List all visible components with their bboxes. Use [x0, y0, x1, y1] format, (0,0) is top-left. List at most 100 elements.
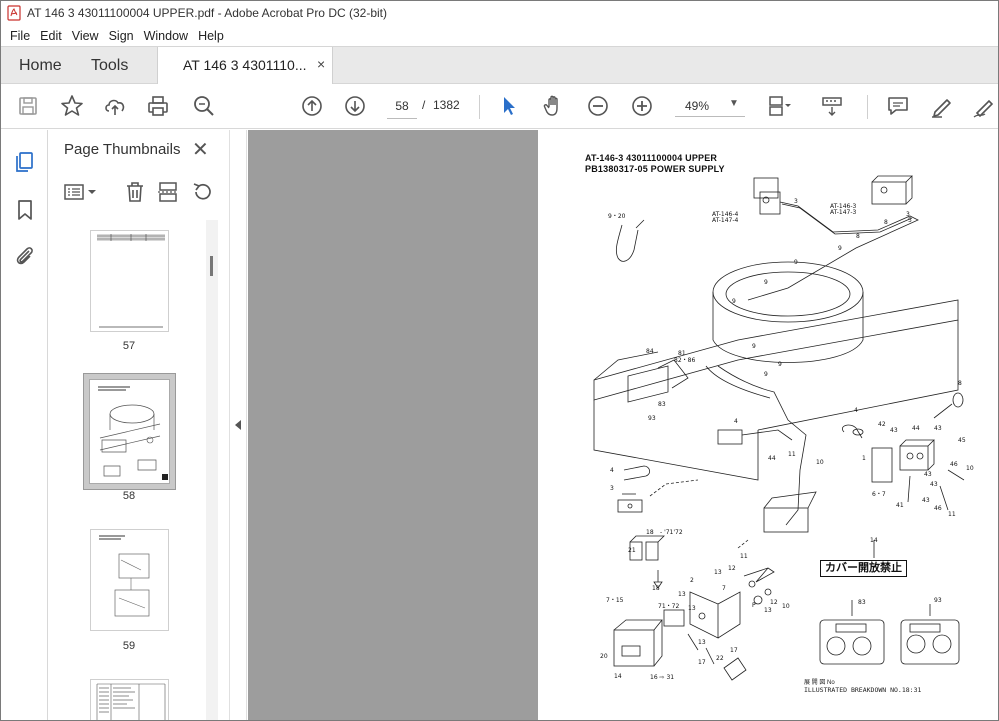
svg-text:12: 12	[770, 599, 778, 606]
upload-icon[interactable]	[102, 93, 128, 119]
svg-text:2: 2	[690, 577, 694, 584]
highlight-pen-icon[interactable]	[928, 93, 954, 119]
thumbnail-page-59[interactable]	[90, 529, 169, 631]
thumbnail-preview	[97, 234, 165, 328]
scrollbar-thumb[interactable]	[210, 256, 213, 276]
svg-text:41: 41	[896, 502, 904, 509]
page-total: 1382	[433, 98, 460, 112]
tab-tools[interactable]: Tools	[91, 47, 128, 84]
thumbnail-preview	[96, 683, 166, 720]
footer-japanese: 展 開 図 No	[804, 680, 835, 686]
page-separator: /	[422, 98, 426, 112]
panel-splitter[interactable]	[229, 130, 247, 720]
panel-title: Page Thumbnails	[64, 141, 181, 158]
svg-text:6・7: 6・7	[872, 491, 886, 498]
acrobat-app-icon	[7, 5, 21, 21]
svg-text:8: 8	[958, 380, 962, 387]
menu-help[interactable]: Help	[193, 29, 229, 43]
extract-page-icon[interactable]	[156, 180, 180, 204]
print-icon[interactable]	[145, 93, 171, 119]
menu-sign[interactable]: Sign	[104, 29, 139, 43]
svg-text:20: 20	[600, 653, 608, 660]
thumbnail-preview	[98, 386, 168, 480]
svg-text:18: 18	[646, 529, 654, 536]
menu-view[interactable]: View	[67, 29, 104, 43]
svg-text:84: 84	[646, 348, 654, 355]
svg-text:43: 43	[922, 497, 930, 504]
menu-edit[interactable]: Edit	[35, 29, 67, 43]
save-icon[interactable]	[15, 93, 41, 119]
zoom-in-icon[interactable]	[629, 93, 655, 119]
tab-home[interactable]: Home	[19, 47, 62, 84]
svg-text:4: 4	[734, 418, 738, 425]
sign-icon[interactable]	[971, 93, 997, 119]
svg-text:9: 9	[732, 298, 736, 305]
document-tab-label: AT 146 3 4301110...	[183, 57, 307, 73]
thumbnail-page-57[interactable]	[90, 230, 169, 332]
menu-file[interactable]: File	[5, 29, 35, 43]
svg-text:AT-147-4: AT-147-4	[712, 217, 739, 224]
svg-text:9: 9	[752, 343, 756, 350]
navigation-rail	[1, 130, 48, 720]
thumbnail-page-60[interactable]	[90, 679, 169, 720]
svg-text:14: 14	[870, 537, 878, 544]
svg-text:- '71'72: - '71'72	[660, 529, 683, 536]
tab-document[interactable]: AT 146 3 4301110... ×	[157, 47, 333, 85]
svg-text:4: 4	[610, 467, 614, 474]
document-viewport[interactable]: AT-146-3 43011100004 UPPER PB1380317-05 …	[248, 130, 998, 720]
rotate-page-icon[interactable]	[190, 180, 214, 204]
svg-text:45: 45	[958, 437, 966, 444]
svg-text:9: 9	[838, 245, 842, 252]
svg-text:17: 17	[730, 647, 738, 654]
svg-text:9: 9	[764, 371, 768, 378]
thumbnail-page-58[interactable]	[83, 373, 176, 490]
thumbnail-scrollbar[interactable]	[206, 220, 218, 720]
page-thumbnails-icon[interactable]	[13, 150, 37, 174]
svg-text:9: 9	[794, 259, 798, 266]
svg-text:AT-147-3: AT-147-3	[830, 209, 857, 216]
svg-text:44: 44	[768, 455, 776, 462]
svg-text:9: 9	[764, 279, 768, 286]
comment-icon[interactable]	[885, 93, 911, 119]
thumbnail-preview	[99, 535, 150, 617]
svg-text:13: 13	[714, 569, 722, 576]
document-tab-close-icon[interactable]: ×	[317, 56, 325, 72]
svg-text:8: 8	[884, 219, 888, 226]
svg-text:3: 3	[610, 485, 614, 492]
scroll-mode-icon[interactable]	[819, 93, 845, 119]
svg-text:17: 17	[698, 659, 706, 666]
parts-diagram: 9・20 AT-146-4 AT-147-4 AT-146-3 AT-147-3…	[593, 175, 974, 681]
svg-text:9: 9	[778, 361, 782, 368]
zoom-out-icon[interactable]	[585, 93, 611, 119]
attachment-icon[interactable]	[13, 244, 37, 268]
page-up-icon[interactable]	[299, 93, 325, 119]
star-icon[interactable]	[59, 93, 85, 119]
cover-warning-label: カバー開放禁止	[820, 560, 907, 577]
svg-text:81: 81	[678, 350, 686, 357]
zoom-level-select[interactable]: 49% ▼	[675, 95, 745, 117]
svg-text:93: 93	[934, 597, 942, 604]
svg-text:83: 83	[658, 401, 666, 408]
bookmark-icon[interactable]	[13, 198, 37, 222]
chevron-down-icon: ▼	[729, 98, 739, 109]
menu-bar: File Edit View Sign Window Help	[1, 25, 998, 46]
thumbnail-label: 59	[122, 640, 136, 652]
acrobat-window: AT 146 3 43011100004 UPPER.pdf - Adobe A…	[0, 0, 999, 721]
thumbnail-options-menu[interactable]	[63, 180, 99, 204]
zoom-search-icon[interactable]	[191, 93, 217, 119]
collapse-panel-icon[interactable]	[235, 420, 241, 430]
page-fit-icon[interactable]	[765, 93, 791, 119]
svg-text:7: 7	[722, 585, 726, 592]
svg-text:21: 21	[628, 547, 636, 554]
panel-close-icon[interactable]: ✕	[192, 137, 209, 162]
svg-text:43: 43	[930, 481, 938, 488]
delete-page-icon[interactable]	[123, 180, 147, 204]
svg-text:43: 43	[934, 425, 942, 432]
page-down-icon[interactable]	[342, 93, 368, 119]
svg-text:4: 4	[854, 407, 858, 414]
select-cursor-icon[interactable]	[496, 93, 522, 119]
hand-icon[interactable]	[541, 93, 567, 119]
page-number-input[interactable]: 58	[387, 93, 417, 119]
menu-window[interactable]: Window	[139, 29, 193, 43]
svg-text:3: 3	[794, 198, 798, 205]
